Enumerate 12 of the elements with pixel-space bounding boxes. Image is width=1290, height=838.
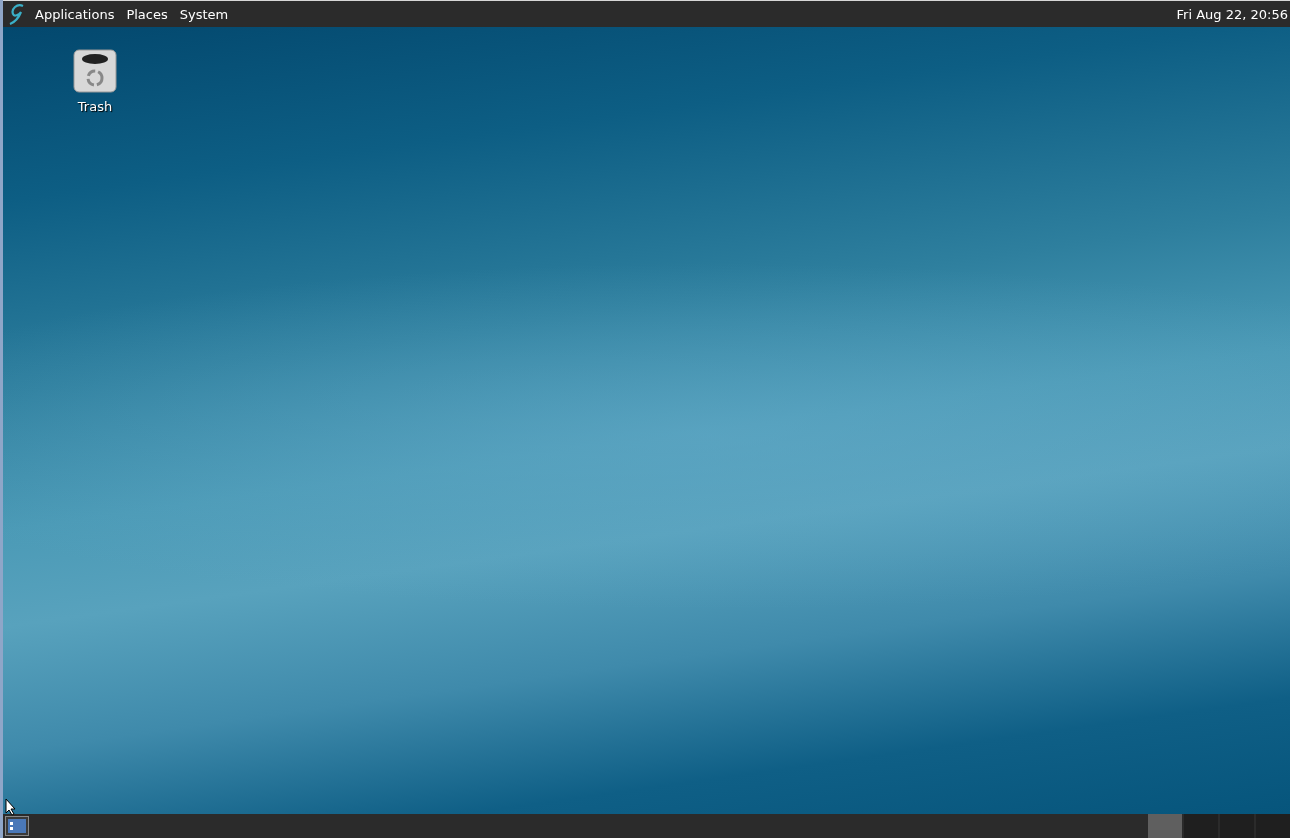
panel-menu[interactable]: System — [175, 6, 233, 22]
trash-can-icon[interactable] — [73, 49, 117, 93]
clock[interactable]: Fri Aug 22, 20:56 — [1176, 6, 1288, 22]
panel-menu[interactable]: Applications — [31, 6, 119, 22]
panel-menu[interactable]: Places — [122, 6, 172, 22]
workspace-button[interactable] — [1220, 814, 1254, 838]
workspace-button[interactable] — [1256, 814, 1290, 838]
workspace-button[interactable] — [1148, 814, 1182, 838]
icon-label[interactable]: Trash — [77, 99, 113, 114]
show-desktop-button[interactable] — [5, 816, 29, 836]
workspace-button[interactable] — [1184, 814, 1218, 838]
mouse-pointer-icon — [5, 798, 17, 816]
